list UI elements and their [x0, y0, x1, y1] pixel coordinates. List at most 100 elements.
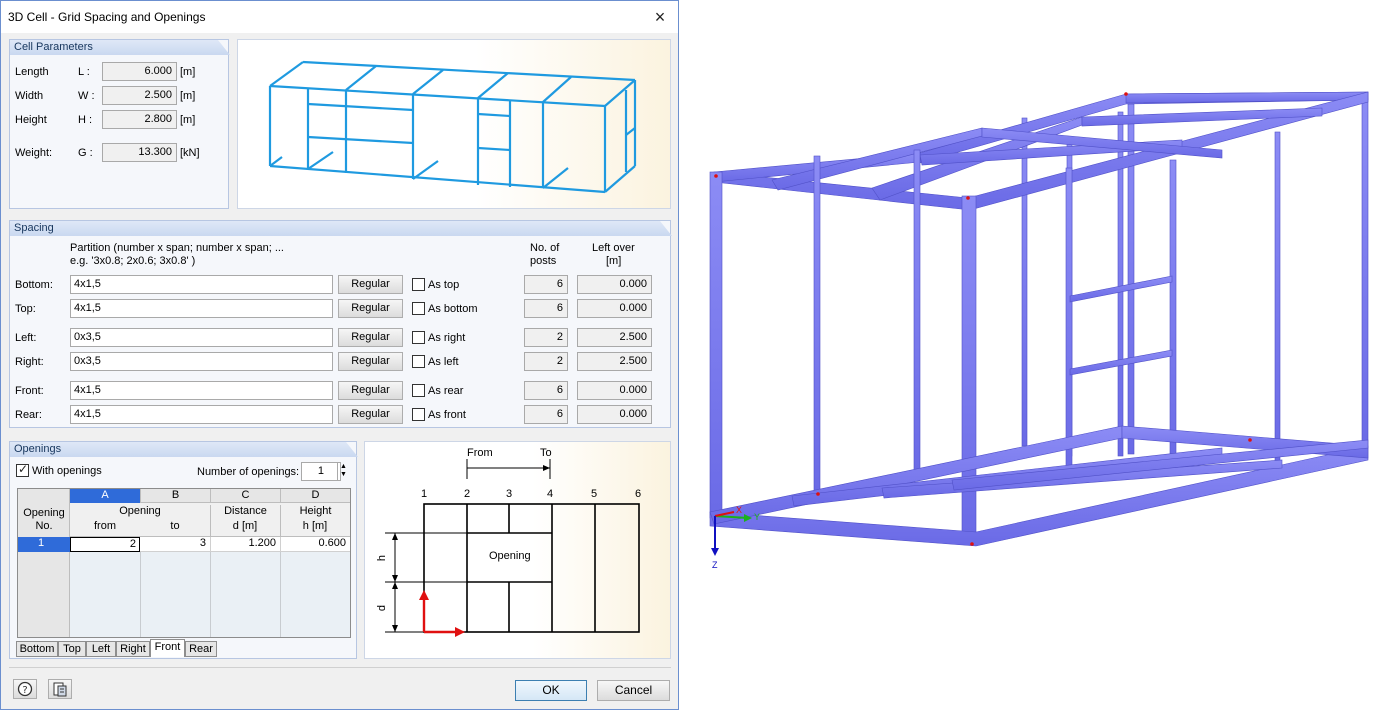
- spacing-front-as-checkbox[interactable]: [412, 384, 425, 397]
- spacing-bottom-as-checkbox[interactable]: [412, 278, 425, 291]
- leftover-header-line2: [m]: [606, 255, 622, 267]
- opening-distance-cell[interactable]: 1.200: [210, 537, 280, 552]
- side-tabs: Bottom Top Left Right Front Rear: [16, 639, 236, 659]
- openings-header: Openings: [10, 442, 358, 457]
- column-d-header[interactable]: D: [280, 489, 350, 503]
- post-number-1: 1: [421, 488, 428, 500]
- height-symbol: H :: [78, 114, 93, 126]
- spacing-top-regular-button[interactable]: Regular: [338, 299, 403, 318]
- width-unit: [m]: [180, 90, 196, 102]
- length-field[interactable]: 6.000: [102, 62, 177, 81]
- spacing-bottom-label: Bottom:: [15, 279, 53, 291]
- spacing-rear-input[interactable]: 4x1,5: [70, 405, 333, 424]
- grid-spacing-dialog: 3D Cell - Grid Spacing and Openings × Ce…: [0, 0, 679, 710]
- height-label: Height: [15, 114, 47, 126]
- tab-right[interactable]: Right: [116, 641, 150, 657]
- spacing-bottom-posts: 6: [524, 275, 568, 294]
- weight-symbol: G :: [78, 147, 93, 159]
- spacing-right-label: Right:: [15, 356, 44, 368]
- opening-from-cell[interactable]: 2: [70, 537, 140, 552]
- y-axis-label: Y: [754, 512, 761, 522]
- title-bar[interactable]: 3D Cell - Grid Spacing and Openings ×: [1, 1, 678, 33]
- svg-text:?: ?: [22, 685, 27, 696]
- spacing-left-regular-button[interactable]: Regular: [338, 328, 403, 347]
- spacing-rear-regular-button[interactable]: Regular: [338, 405, 403, 424]
- height-field[interactable]: 2.800: [102, 110, 177, 129]
- length-label: Length: [15, 66, 49, 78]
- with-openings-checkbox[interactable]: [16, 462, 29, 477]
- spacing-top-as-checkbox[interactable]: [412, 302, 425, 315]
- spacing-right-regular-button[interactable]: Regular: [338, 352, 403, 371]
- help-button[interactable]: ?: [13, 679, 37, 699]
- openings-group: Openings With openings Number of opening…: [9, 441, 357, 659]
- weight-label: Weight:: [15, 147, 53, 159]
- cancel-button[interactable]: Cancel: [597, 680, 670, 701]
- tab-rear[interactable]: Rear: [185, 641, 217, 657]
- footer-divider: [9, 667, 671, 668]
- number-of-openings-spinner[interactable]: 1: [301, 462, 341, 481]
- wireframe-preview-image: [268, 60, 637, 194]
- tab-top[interactable]: Top: [58, 641, 86, 657]
- model-viewport[interactable]: X Y Z: [682, 0, 1389, 712]
- from-header: from: [94, 520, 116, 532]
- opening-group-header: Opening: [119, 505, 161, 517]
- opening-label: Opening: [489, 550, 531, 562]
- posts-header-line1: No. of: [530, 242, 560, 254]
- spinner-arrows-icon[interactable]: ▲ ▼: [337, 463, 349, 480]
- opening-height-cell[interactable]: 0.600: [280, 537, 350, 552]
- width-field[interactable]: 2.500: [102, 86, 177, 105]
- leftover-header-line1: Left over: [592, 242, 635, 254]
- column-b-header[interactable]: B: [140, 489, 210, 503]
- help-icon: ?: [17, 681, 33, 697]
- spacing-right-leftover: 2.500: [577, 352, 652, 371]
- dialog-body: Cell Parameters Length L : 6.000 [m] Wid…: [1, 33, 678, 709]
- spacing-top-leftover: 0.000: [577, 299, 652, 318]
- spacing-left-as-checkbox[interactable]: [412, 331, 425, 344]
- close-icon[interactable]: ×: [648, 6, 672, 28]
- column-c-header[interactable]: C: [210, 489, 280, 503]
- with-openings-label: With openings: [32, 465, 102, 477]
- document-info-icon: [53, 682, 67, 697]
- spacing-left-as-label: As right: [428, 332, 466, 344]
- spacing-front-as-label: As rear: [428, 385, 464, 397]
- length-symbol: L :: [78, 66, 90, 78]
- ok-button[interactable]: OK: [515, 680, 587, 701]
- distance-unit-header: d [m]: [232, 520, 258, 532]
- z-axis-label: Z: [712, 560, 718, 570]
- column-a-header[interactable]: A: [70, 489, 140, 503]
- spacing-bottom-input[interactable]: 4x1,5: [70, 275, 333, 294]
- cell-preview: [237, 39, 671, 209]
- spacing-top-input[interactable]: 4x1,5: [70, 299, 333, 318]
- spacing-front-label: Front:: [15, 385, 44, 397]
- spacing-rear-as-checkbox[interactable]: [412, 408, 425, 421]
- info-button[interactable]: [48, 679, 72, 699]
- spacing-bottom-as-label: As top: [428, 279, 460, 291]
- container-frame-model: [709, 91, 1369, 556]
- spacing-bottom-leftover: 0.000: [577, 275, 652, 294]
- tab-left[interactable]: Left: [86, 641, 116, 657]
- cell-parameters-header: Cell Parameters: [10, 40, 230, 55]
- from-marker-label: From: [467, 447, 493, 459]
- spacing-front-input[interactable]: 4x1,5: [70, 381, 333, 400]
- spacing-top-as-label: As bottom: [428, 303, 478, 315]
- post-number-3: 3: [506, 488, 513, 500]
- spacing-rear-as-label: As front: [428, 409, 466, 421]
- d-dimension-label: d: [376, 604, 389, 612]
- number-of-openings-label: Number of openings:: [197, 466, 300, 478]
- opening-no-header-1: Opening: [23, 507, 65, 519]
- post-number-2: 2: [464, 488, 471, 500]
- tab-bottom[interactable]: Bottom: [16, 641, 58, 657]
- spacing-bottom-regular-button[interactable]: Regular: [338, 275, 403, 294]
- spacing-rear-label: Rear:: [15, 409, 42, 421]
- weight-field[interactable]: 13.300: [102, 143, 177, 162]
- spacing-rear-posts: 6: [524, 405, 568, 424]
- spacing-front-regular-button[interactable]: Regular: [338, 381, 403, 400]
- spacing-left-input[interactable]: 0x3,5: [70, 328, 333, 347]
- opening-to-cell[interactable]: 3: [140, 537, 210, 552]
- spacing-right-as-checkbox[interactable]: [412, 355, 425, 368]
- opening-row-number[interactable]: 1: [18, 537, 70, 552]
- spacing-right-input[interactable]: 0x3,5: [70, 352, 333, 371]
- tab-front[interactable]: Front: [150, 639, 185, 657]
- spacing-header: Spacing: [10, 221, 672, 236]
- cell-parameters-group: Cell Parameters Length L : 6.000 [m] Wid…: [9, 39, 229, 209]
